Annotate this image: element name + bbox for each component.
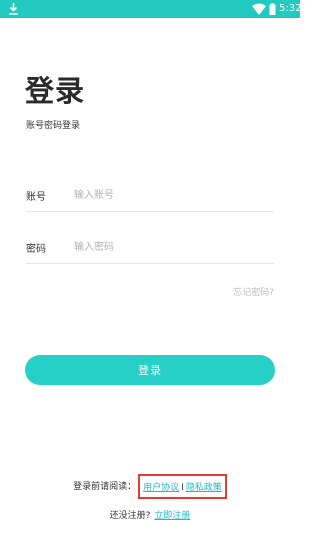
register-prompt: 还没注册? <box>109 511 151 521</box>
account-label: 账号 <box>26 192 46 203</box>
page-subtitle: 账号密码登录 <box>26 121 81 131</box>
register-row: 还没注册? 立即注册 <box>0 508 300 521</box>
account-field: 账号 <box>26 182 274 212</box>
status-bar: 5:32 <box>0 0 302 18</box>
agreement-highlight-box: 用户协议 I 隐私政策 <box>138 474 227 499</box>
login-button[interactable]: 登录 <box>25 355 275 385</box>
agreement-row: 登录前请阅读： 用户协议 I 隐私政策 <box>0 474 300 499</box>
password-input[interactable] <box>74 236 264 258</box>
page-title: 登录 <box>25 74 86 108</box>
password-label: 密码 <box>26 244 46 255</box>
privacy-policy-link[interactable]: 隐私政策 <box>186 483 222 493</box>
wifi-icon <box>252 3 266 15</box>
battery-icon <box>269 3 276 15</box>
agreement-prefix: 登录前请阅读： <box>73 482 137 492</box>
account-input[interactable] <box>74 184 264 206</box>
status-time: 5:32 <box>279 3 302 14</box>
register-link[interactable]: 立即注册 <box>154 511 190 521</box>
download-icon <box>9 3 18 15</box>
agreement-separator: I <box>181 483 184 493</box>
password-field: 密码 <box>26 234 274 264</box>
forgot-password-link[interactable]: 忘记密码? <box>233 285 274 298</box>
user-agreement-link[interactable]: 用户协议 <box>143 483 179 493</box>
